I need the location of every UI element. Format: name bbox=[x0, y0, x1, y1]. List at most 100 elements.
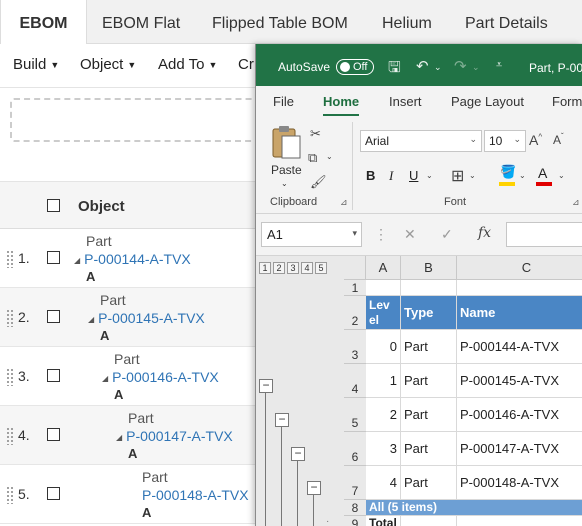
object-link[interactable]: P-000148-A-TVX bbox=[142, 487, 249, 503]
name-box[interactable]: A1 ▾ bbox=[261, 222, 362, 247]
cell-name[interactable]: P-000147-A-TVX bbox=[457, 432, 582, 466]
cell-level[interactable]: 4 bbox=[366, 466, 401, 500]
outline-level-button[interactable]: 5 bbox=[315, 262, 327, 274]
cell-name[interactable]: P-000145-A-TVX bbox=[457, 364, 582, 398]
cell-name[interactable]: P-000146-A-TVX bbox=[457, 398, 582, 432]
collapse-triangle-icon[interactable]: ◢ bbox=[74, 256, 80, 265]
tab-ebom[interactable]: EBOM bbox=[0, 0, 87, 45]
object-link[interactable]: ◢ P-000144-A-TVX bbox=[74, 251, 191, 267]
object-menu[interactable]: Object ▼ bbox=[80, 44, 136, 86]
object-link[interactable]: ◢ P-000147-A-TVX bbox=[116, 428, 233, 444]
chevron-down-icon[interactable]: ⌄ bbox=[469, 171, 476, 180]
menu-page-layout[interactable]: Page Layout bbox=[451, 94, 524, 109]
copy-icon[interactable]: ⧉ bbox=[308, 150, 317, 166]
row-header[interactable]: 3 bbox=[344, 330, 366, 364]
row-checkbox[interactable] bbox=[47, 369, 60, 382]
cut-icon[interactable]: ✂ bbox=[310, 126, 321, 142]
menu-insert[interactable]: Insert bbox=[389, 94, 422, 109]
bold-button[interactable]: B bbox=[366, 168, 375, 183]
collapse-group-button[interactable]: − bbox=[291, 447, 305, 461]
header-cell-name[interactable]: Name bbox=[457, 296, 582, 330]
chevron-down-icon[interactable]: ⌄ bbox=[472, 62, 480, 73]
row-header[interactable]: 2 bbox=[344, 296, 366, 330]
cell-type[interactable]: Part bbox=[401, 364, 457, 398]
outline-level-button[interactable]: 4 bbox=[301, 262, 313, 274]
font-size-select[interactable]: 10 ⌄ bbox=[484, 130, 526, 152]
redo-icon[interactable]: ↷ bbox=[454, 57, 467, 75]
menu-home[interactable]: Home bbox=[323, 94, 360, 117]
all-items-cell[interactable]: All (5 items) bbox=[366, 500, 582, 516]
cell[interactable] bbox=[401, 280, 457, 296]
row-checkbox[interactable] bbox=[47, 251, 60, 264]
object-link[interactable]: ◢ P-000146-A-TVX bbox=[102, 369, 219, 385]
collapse-triangle-icon[interactable]: ◢ bbox=[116, 433, 122, 442]
tab-ebom-flat[interactable]: EBOM Flat bbox=[102, 0, 180, 44]
cell-type[interactable]: Part bbox=[401, 466, 457, 500]
select-all-corner[interactable] bbox=[344, 256, 366, 280]
build-menu[interactable]: Build ▼ bbox=[13, 44, 59, 86]
column-header-object[interactable]: Object bbox=[78, 198, 125, 215]
grow-font-icon[interactable]: A^ bbox=[529, 132, 542, 148]
drag-handle-icon[interactable] bbox=[6, 309, 14, 327]
cell[interactable] bbox=[366, 280, 401, 296]
underline-button[interactable]: U bbox=[409, 168, 418, 183]
chevron-down-icon[interactable]: ⌄ bbox=[281, 179, 288, 188]
formula-input[interactable] bbox=[506, 222, 582, 247]
cell-type[interactable]: Part bbox=[401, 398, 457, 432]
chevron-down-icon[interactable]: ⌄ bbox=[426, 171, 433, 180]
enter-icon[interactable]: ✓ bbox=[441, 226, 453, 243]
drag-handle-icon[interactable] bbox=[6, 368, 14, 386]
tab-helium[interactable]: Helium bbox=[382, 0, 432, 44]
total-cell[interactable]: Total bbox=[366, 516, 401, 526]
row-header[interactable]: 7 bbox=[344, 466, 366, 500]
cell-type[interactable]: Part bbox=[401, 330, 457, 364]
chevron-down-icon[interactable]: ⌄ bbox=[519, 171, 526, 180]
insert-function-icon[interactable]: fx bbox=[478, 225, 491, 241]
row-header[interactable]: 8 bbox=[344, 500, 366, 516]
chevron-down-icon[interactable]: ⌄ bbox=[434, 62, 442, 73]
customize-qat-icon[interactable]: ⩡ bbox=[496, 59, 502, 72]
tab-flipped-table-bom[interactable]: Flipped Table BOM bbox=[212, 0, 348, 44]
save-icon[interactable]: 🖫 bbox=[388, 57, 401, 82]
cell-level[interactable]: 3 bbox=[366, 432, 401, 466]
menu-formulas[interactable]: Form bbox=[552, 94, 582, 109]
row-checkbox[interactable] bbox=[47, 310, 60, 323]
cell-type[interactable]: Part bbox=[401, 432, 457, 466]
object-link[interactable]: ◢ P-000145-A-TVX bbox=[88, 310, 205, 326]
row-checkbox[interactable] bbox=[47, 428, 60, 441]
shrink-font-icon[interactable]: Aˇ bbox=[553, 132, 564, 147]
cell[interactable] bbox=[401, 516, 457, 526]
cell-name[interactable]: P-000148-A-TVX bbox=[457, 466, 582, 500]
row-header[interactable]: 6 bbox=[344, 432, 366, 466]
outline-level-button[interactable]: 3 bbox=[287, 262, 299, 274]
outline-level-button[interactable]: 2 bbox=[273, 262, 285, 274]
column-header-a[interactable]: A bbox=[366, 256, 401, 280]
column-header-c[interactable]: C bbox=[457, 256, 582, 280]
font-color-icon[interactable]: A bbox=[538, 165, 547, 181]
header-cell-level[interactable]: Lev el bbox=[366, 296, 401, 330]
row-header[interactable]: 1 bbox=[344, 280, 366, 296]
collapse-group-button[interactable]: − bbox=[259, 379, 273, 393]
collapse-group-button[interactable]: − bbox=[275, 413, 289, 427]
header-cell-type[interactable]: Type bbox=[401, 296, 457, 330]
italic-button[interactable]: I bbox=[389, 168, 393, 184]
autosave-toggle[interactable]: Off bbox=[336, 59, 374, 75]
undo-icon[interactable]: ↶ bbox=[416, 57, 429, 75]
outline-level-button[interactable]: 1 bbox=[259, 262, 271, 274]
cell-level[interactable]: 2 bbox=[366, 398, 401, 432]
create-menu[interactable]: Cr bbox=[238, 44, 254, 86]
dialog-launcher-icon[interactable]: ⊿ bbox=[340, 197, 348, 208]
menu-file[interactable]: File bbox=[273, 94, 294, 109]
cell-level[interactable]: 1 bbox=[366, 364, 401, 398]
drop-zone[interactable] bbox=[10, 98, 270, 142]
chevron-down-icon[interactable]: ⌄ bbox=[558, 171, 565, 180]
row-header[interactable]: 9 bbox=[344, 516, 366, 526]
cell-name[interactable]: P-000144-A-TVX bbox=[457, 330, 582, 364]
tab-part-details[interactable]: Part Details bbox=[465, 0, 548, 44]
add-to-menu[interactable]: Add To ▼ bbox=[158, 44, 217, 86]
format-painter-icon[interactable]: 🖌 bbox=[310, 174, 327, 190]
borders-icon[interactable]: ⊞ bbox=[451, 166, 464, 186]
drag-handle-icon[interactable] bbox=[6, 250, 14, 268]
font-name-select[interactable]: Arial ⌄ bbox=[360, 130, 482, 152]
cell[interactable] bbox=[457, 516, 582, 526]
